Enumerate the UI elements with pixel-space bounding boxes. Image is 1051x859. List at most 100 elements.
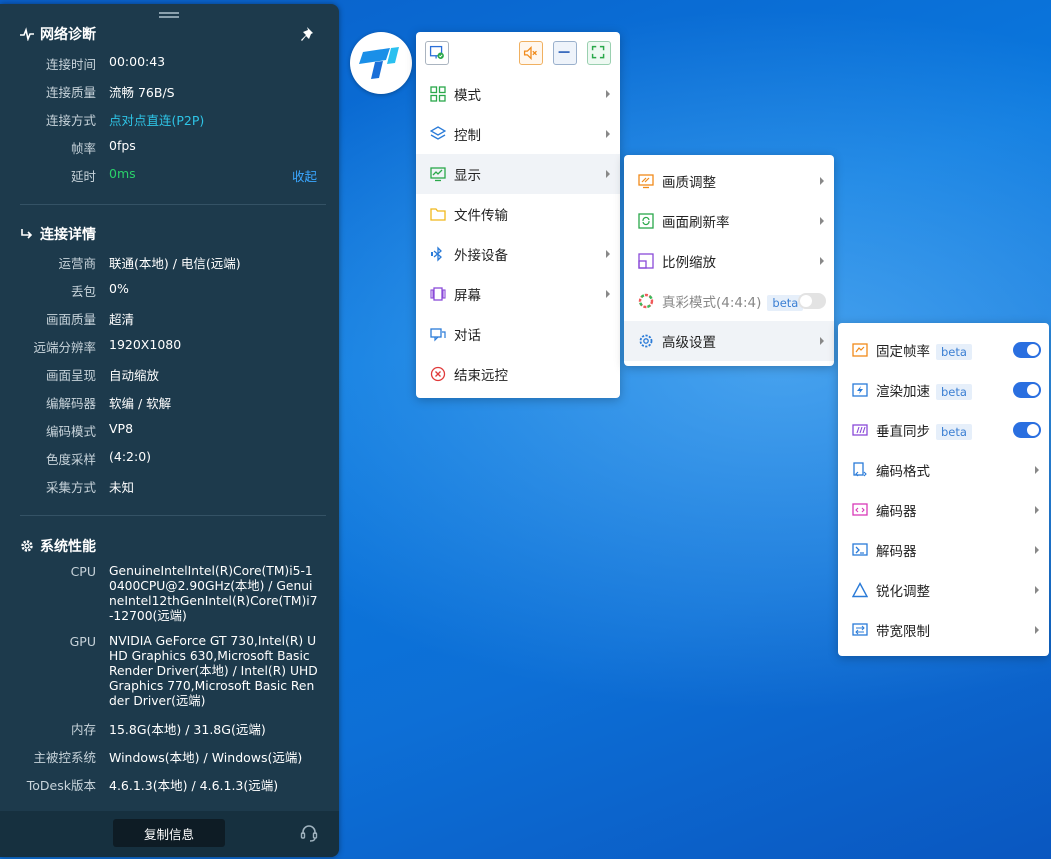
menu-item-monitor-chart[interactable]: 显示: [416, 154, 620, 194]
menu-item-triangle[interactable]: 锐化调整: [838, 570, 1049, 610]
menu-item-label: 锐化调整: [876, 584, 930, 600]
copy-info-button[interactable]: 复制信息: [113, 819, 225, 847]
menu-item-label: 控制: [454, 128, 481, 144]
menu-item-layers[interactable]: 控制: [416, 114, 620, 154]
main-menu: 模式控制显示文件传输 外接设备 屏幕对话结束远控: [416, 32, 620, 398]
speaker-mute-icon: [523, 45, 537, 61]
menu-item-scale[interactable]: 比例缩放: [624, 241, 834, 281]
chat-icon: [430, 326, 446, 342]
pin-icon[interactable]: [301, 26, 317, 42]
fullscreen-icon: [591, 45, 605, 59]
todesk-logo[interactable]: [350, 32, 412, 94]
beta-badge: beta: [936, 344, 972, 360]
menu-item-encoder[interactable]: 编码器: [838, 490, 1049, 530]
color-wheel-icon: [638, 293, 654, 309]
menu-item-label: 编码器: [876, 504, 917, 520]
decoder-icon: [852, 542, 868, 558]
layers-icon: [429, 126, 447, 142]
info-value: VP8: [109, 421, 134, 436]
panel-footer: 复制信息: [0, 811, 339, 857]
menu-item-render-boost[interactable]: 渲染加速 beta: [838, 370, 1049, 410]
menu-item-label: 固定帧率 beta: [876, 340, 972, 360]
render-boost-icon: [852, 382, 868, 398]
menu-item-vsync[interactable]: 垂直同步 beta: [838, 410, 1049, 450]
menu-item-label: 对话: [454, 328, 481, 344]
beta-badge: beta: [936, 424, 972, 440]
info-row: 连接质量 流畅 76B/S: [0, 82, 339, 102]
info-row: 编解码器 软编 / 软解: [0, 393, 339, 413]
menu-item-label: 高级设置: [662, 335, 716, 351]
beta-badge: beta: [936, 384, 972, 400]
monitor-check-button[interactable]: [425, 41, 449, 65]
toggle-switch[interactable]: [798, 293, 826, 309]
info-label: 画面呈现: [45, 368, 96, 383]
info-value: 0fps: [109, 138, 136, 153]
chevron-right-icon: [1035, 586, 1039, 594]
menu-item-folder[interactable]: 文件传输: [416, 194, 620, 234]
toggle-switch[interactable]: [1013, 422, 1041, 438]
info-label: 帧率: [70, 141, 96, 156]
os-label: 主被控系统: [33, 750, 96, 765]
menu-item-close-circle[interactable]: 结束远控: [416, 354, 620, 394]
collapse-link[interactable]: 收起: [292, 166, 317, 185]
menu-item-decoder[interactable]: 解码器: [838, 530, 1049, 570]
pulse-icon: [20, 27, 34, 41]
menu-item-refresh[interactable]: 画面刷新率: [624, 201, 834, 241]
menu-item-bluetooth[interactable]: 外接设备: [416, 234, 620, 274]
quality-icon: [638, 173, 654, 189]
menu-item-fixed-fps[interactable]: 固定帧率 beta: [838, 330, 1049, 370]
menu-item-label: 垂直同步 beta: [876, 420, 972, 440]
headset-icon[interactable]: [299, 823, 319, 843]
bluetooth-icon: [430, 246, 446, 262]
info-label: 延时: [70, 169, 96, 184]
minimize-button[interactable]: [553, 41, 577, 65]
drag-handle-icon[interactable]: [159, 12, 179, 18]
version-row: ToDesk版本 4.6.1.3(本地) / 4.6.1.3(远端): [0, 775, 339, 795]
info-value: 自动缩放: [109, 368, 160, 383]
toggle-switch[interactable]: [1013, 342, 1041, 358]
settings-icon: [638, 333, 654, 349]
screens-icon: [430, 286, 446, 302]
refresh-icon: [638, 213, 654, 229]
menu-item-quality[interactable]: 画质调整: [624, 161, 834, 201]
gear-icon: [21, 540, 33, 552]
info-row: 色度采样 (4:2:0): [0, 449, 339, 469]
info-row: 连接方式 点对点直连(P2P): [0, 110, 339, 130]
info-value: 联通(本地) / 电信(远端): [109, 256, 241, 271]
menu-item-screens[interactable]: 屏幕: [416, 274, 620, 314]
menu-item-chat[interactable]: 对话: [416, 314, 620, 354]
chevron-right-icon: [820, 337, 824, 345]
os-row: 主被控系统 Windows(本地) / Windows(远端): [0, 747, 339, 767]
mute-button[interactable]: [519, 41, 543, 65]
info-row: 丢包 0%: [0, 281, 339, 301]
menu-item-code-format[interactable]: 编码格式: [838, 450, 1049, 490]
chevron-right-icon: [606, 250, 610, 258]
chevron-right-icon: [820, 217, 824, 225]
info-value: 00:00:43: [109, 54, 166, 69]
info-label: 编码模式: [45, 424, 96, 439]
gpu-row: GPU NVIDIA GeForce GT 730,Intel(R) UHD G…: [0, 634, 339, 708]
info-value: 软编 / 软解: [109, 396, 172, 411]
info-value: 未知: [109, 480, 135, 495]
gpu-label: GPU: [69, 634, 96, 649]
menu-item-settings[interactable]: 高级设置: [624, 321, 834, 361]
menu-item-bandwidth[interactable]: 带宽限制: [838, 610, 1049, 650]
fullscreen-button[interactable]: [587, 41, 611, 65]
chevron-right-icon: [1035, 506, 1039, 514]
info-value: (4:2:0): [109, 449, 152, 464]
info-row: 连接时间 00:00:43: [0, 54, 339, 74]
network-diagnosis-title: 网络诊断: [20, 24, 96, 44]
fixed-fps-icon: [852, 342, 868, 358]
menu-item-label: 渲染加速 beta: [876, 380, 972, 400]
toggle-switch[interactable]: [1013, 382, 1041, 398]
diagnostics-panel: 网络诊断 连接时间 00:00:43 连接质量 流畅 76B/S 连接方式 点对点直连(P…: [0, 4, 339, 857]
info-label: 连接方式: [45, 113, 96, 128]
cpu-value: GenuineIntelIntel(R)Core(TM)i5-10400CPU@…: [109, 564, 318, 623]
menu-item-label: 显示: [454, 168, 481, 184]
menu-item-label: 解码器: [876, 544, 917, 560]
close-circle-icon: [430, 366, 446, 382]
vsync-icon: [852, 422, 868, 438]
info-row: 帧率 0fps: [0, 138, 339, 158]
info-label: 画面质量: [45, 312, 96, 327]
menu-item-grid[interactable]: 模式: [416, 74, 620, 114]
